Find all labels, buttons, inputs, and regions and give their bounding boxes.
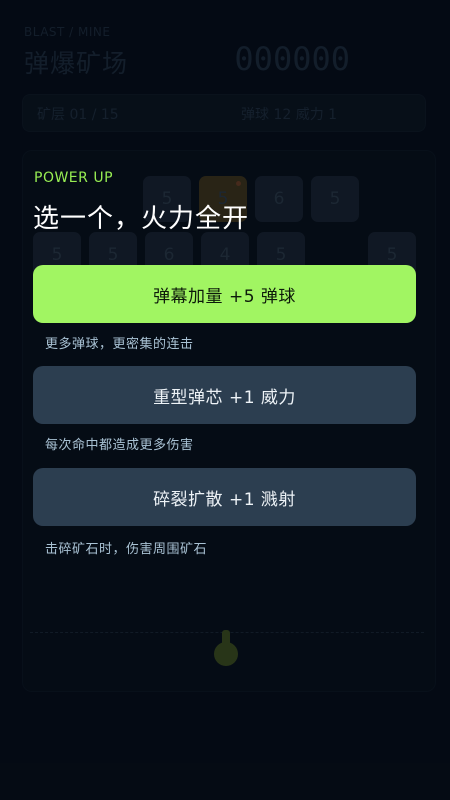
option-multishot-description: 更多弹球，更密集的连击 [45,337,194,352]
option-multishot-button[interactable]: 弹幕加量 +5 弹球 [33,265,416,323]
game-screen: BLAST / MINE 弹爆矿场 000000 矿层 01 / 15 弹球 1… [0,0,450,800]
option-heavy-core-button[interactable]: 重型弹芯 +1 威力 [33,366,416,424]
option-heavy-core-description: 每次命中都造成更多伤害 [45,438,194,453]
option-splash-description: 击碎矿石时，伤害周围矿石 [45,542,208,557]
powerup-title: 选一个，火力全开 [33,204,250,234]
powerup-overlay: POWER UP 选一个，火力全开 弹幕加量 +5 弹球 更多弹球，更密集的连击… [0,0,450,800]
powerup-tag: POWER UP [34,170,114,186]
option-splash-button[interactable]: 碎裂扩散 +1 溅射 [33,468,416,526]
